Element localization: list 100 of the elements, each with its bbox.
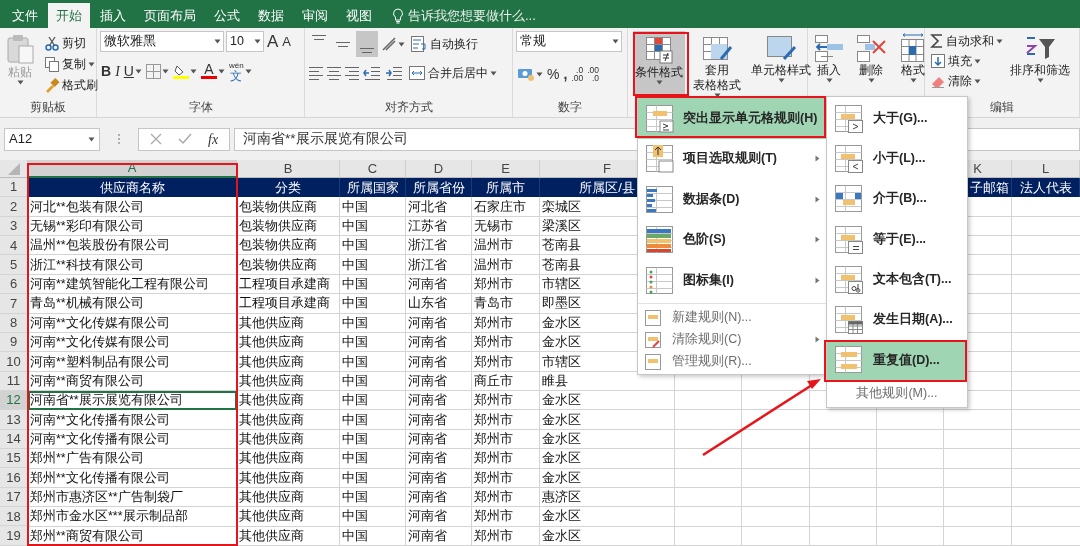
row-header[interactable]: 19 [0,526,28,546]
menu-item[interactable]: 大于(G)... [827,98,967,139]
insert-cells-button[interactable]: 插入 [811,31,847,95]
row-header[interactable]: 5 [0,255,28,275]
row-header[interactable]: 13 [0,410,28,430]
format-as-table-button[interactable]: 套用 表格格式 [691,31,743,95]
wrap-text-button[interactable]: 自动换行 [408,34,480,54]
name-box[interactable]: A12 [4,127,100,151]
menu-item[interactable]: 发生日期(A)... [827,299,967,340]
fill-down-icon [930,53,946,69]
column-header[interactable]: E [472,160,540,178]
ribbon-tab[interactable]: 页面布局 [136,3,204,28]
format-painter-button[interactable]: 格式刷 [42,75,100,95]
row-header[interactable]: 16 [0,468,28,488]
table-cell-text: 睢县 [542,372,568,390]
menu-item[interactable]: 突出显示单元格规则(H) [638,98,826,139]
row-header[interactable]: 4 [0,236,28,256]
number-format-field[interactable]: 常规 [516,31,622,52]
table-cell-text: 河南**文化传媒有限公司 [30,314,170,332]
phonetic-guide-button[interactable]: wén 文 [227,61,253,81]
increase-decimal-button[interactable]: .0 .00 [570,64,585,84]
ribbon-tab[interactable]: 视图 [338,3,380,28]
menu-item[interactable]: 等于(E)... [827,218,967,260]
merge-center-button[interactable]: 合并后居中 [406,63,499,83]
row-header[interactable]: 14 [0,429,28,450]
column-title: 供应商名称 [99,178,165,197]
font-size-field[interactable]: 10 [226,31,264,52]
between-icon [833,183,865,215]
cut-button[interactable]: 剪切 [42,33,100,53]
indent-icon [385,65,403,81]
row-header[interactable]: 7 [0,294,28,314]
ribbon-tab[interactable]: 数据 [250,3,292,28]
column-header[interactable]: B [237,160,340,178]
font-name-field[interactable]: 微软雅黑 [100,31,224,52]
menu-item[interactable]: 文本包含(T)... [827,259,967,300]
column-header[interactable]: C [340,160,406,178]
menu-item[interactable]: 数据条(D) [638,179,826,220]
menu-item[interactable]: 其他规则(M)... [827,380,967,407]
menu-item[interactable]: 色阶(S) [638,219,826,260]
fill-button[interactable]: 填充 [928,51,1005,71]
row-header[interactable]: 11 [0,371,28,391]
table-cell-text: 山东省 [408,295,447,313]
row-header[interactable]: 12 [0,390,28,411]
column-header[interactable]: L [1012,160,1080,178]
menu-item[interactable]: 项目选取规则(T) [638,138,826,179]
row-header[interactable]: 3 [0,216,28,237]
insert-function-button[interactable]: fx [207,129,220,149]
menu-item[interactable]: 新建规则(N)... [638,306,826,329]
table-cell-text: 郑州市 [474,450,513,468]
underline-button[interactable]: U [122,61,143,81]
decrease-decimal-button[interactable]: .00 .0 [586,64,600,84]
ribbon-tab[interactable]: 公式 [206,3,248,28]
ribbon-tab[interactable]: 审阅 [294,3,336,28]
bottom-align-button[interactable] [356,31,378,57]
shrink-font-button[interactable]: A [281,31,292,52]
grow-font-button[interactable]: A [266,31,280,52]
table-cell-text: 中国 [342,430,368,448]
table-cell-text: 江苏省 [408,218,447,235]
menu-item[interactable]: 介于(B)... [827,178,967,219]
menu-item[interactable]: 图标集(I) [638,260,826,301]
row-header[interactable]: 9 [0,332,28,353]
table-cell-text: 中国 [342,372,368,390]
table-cell-text: 其他供应商 [239,469,304,487]
cell-styles-button[interactable]: 单元格样式 [749,31,813,95]
lightbulb-icon [392,7,404,24]
delete-cells-button[interactable]: 删除 [853,31,889,95]
tell-me-field[interactable]: 告诉我您想要做什么... [408,5,548,26]
row-header[interactable]: 17 [0,487,28,508]
row-header[interactable]: 2 [0,197,28,217]
row-header[interactable]: 8 [0,313,28,333]
clear-button[interactable]: 清除 [928,71,1005,91]
close-icon [150,133,162,145]
bold-button[interactable]: B [100,61,113,81]
row-header[interactable]: 1 [0,178,28,198]
table-cell-text: 其他供应商 [239,353,304,371]
table-cell-text: 河南省 [408,334,447,352]
font-color-button[interactable]: A [199,61,226,81]
table-cell-text: 郑州市惠济区**广告制袋厂 [30,489,183,507]
autosum-button[interactable]: 自动求和 [928,31,1005,51]
menu-item[interactable]: 清除规则(C) [638,328,826,351]
table-cell-text: 其他供应商 [239,489,304,507]
table-cell-text: 其他供应商 [239,450,304,468]
ribbon-tab[interactable]: 文件 [4,3,46,28]
italic-button[interactable]: I [114,61,121,81]
conditional-formatting-button[interactable]: 条件格式 [633,31,685,95]
percent-button[interactable]: % [546,64,561,84]
copy-button[interactable]: 复制 [42,54,100,74]
format-cells-button[interactable]: 格式 [895,31,931,95]
greater-than-icon [833,102,865,134]
ribbon-tab[interactable]: 开始 [48,3,90,28]
row-header[interactable]: 18 [0,507,28,527]
menu-item[interactable]: 小于(L)... [827,138,967,179]
row-header[interactable]: 15 [0,449,28,469]
row-header[interactable]: 6 [0,274,28,295]
comma-style-button[interactable]: , [562,64,569,84]
row-header[interactable]: 10 [0,352,28,372]
sort-filter-button[interactable]: 排序和筛选 [1008,31,1072,95]
column-header[interactable]: D [406,160,472,178]
column-title: 所属区/县 [579,178,635,197]
ribbon-tab[interactable]: 插入 [92,3,134,28]
